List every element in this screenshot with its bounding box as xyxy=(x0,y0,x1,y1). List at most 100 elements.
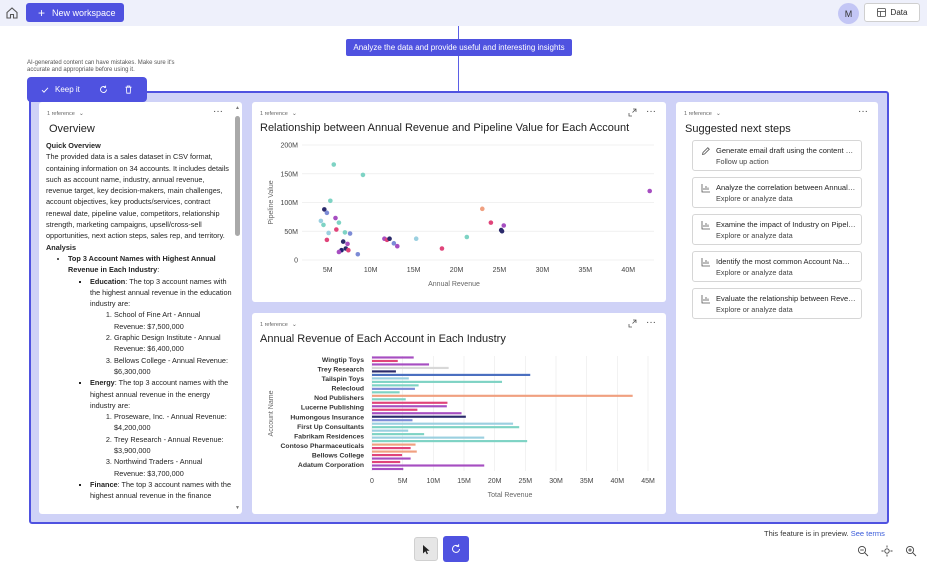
reference-dropdown[interactable]: 1 reference ⌄ xyxy=(684,110,721,118)
revenue-bar[interactable] xyxy=(372,405,447,408)
revenue-bar[interactable] xyxy=(372,450,417,453)
scatter-point[interactable] xyxy=(479,206,485,212)
scatter-point[interactable] xyxy=(340,239,346,244)
suggestion-card[interactable]: Generate email draft using the content a… xyxy=(692,140,862,171)
revenue-bar[interactable] xyxy=(372,398,406,401)
scatter-point[interactable] xyxy=(324,210,330,216)
revenue-bar[interactable] xyxy=(372,415,466,418)
scatter-point[interactable] xyxy=(333,215,338,221)
scatter-point[interactable] xyxy=(331,162,337,167)
scrollbar-thumb[interactable] xyxy=(235,116,240,236)
revenue-bar[interactable] xyxy=(372,391,400,394)
see-terms-link[interactable]: See terms xyxy=(851,529,885,538)
category-label: Nod Publishers xyxy=(314,395,364,402)
overview-scrollbar[interactable]: ▲ ▼ xyxy=(235,106,240,512)
scatter-point[interactable] xyxy=(336,249,342,255)
overview-body: Quick Overview The provided data is a sa… xyxy=(46,140,232,502)
revenue-bar[interactable] xyxy=(372,440,528,443)
scatter-point[interactable] xyxy=(345,241,350,247)
scatter-point[interactable] xyxy=(326,230,331,236)
revenue-bar[interactable] xyxy=(372,412,462,415)
suggestion-card[interactable]: Evaluate the relationship between Revenu… xyxy=(692,288,862,319)
keep-it-label: Keep it xyxy=(55,85,80,94)
scatter-point[interactable] xyxy=(334,227,339,232)
home-icon[interactable] xyxy=(4,5,20,21)
revenue-bar[interactable] xyxy=(372,359,398,363)
revenue-bar[interactable] xyxy=(372,464,485,467)
new-workspace-button[interactable]: + New workspace xyxy=(26,3,124,22)
revenue-bar[interactable] xyxy=(372,433,425,436)
scatter-point[interactable] xyxy=(321,222,326,228)
revenue-bar[interactable] xyxy=(372,394,633,397)
revenue-bar[interactable] xyxy=(372,401,448,404)
category-label: Relecloud xyxy=(332,386,364,393)
revenue-bar[interactable] xyxy=(372,447,411,450)
chart-icon xyxy=(701,184,710,193)
revenue-bar[interactable] xyxy=(372,370,396,373)
keep-it-button[interactable]: Keep it xyxy=(41,85,80,94)
scatter-point[interactable] xyxy=(318,218,324,224)
scatter-point[interactable] xyxy=(336,220,342,225)
scatter-point[interactable] xyxy=(488,220,494,225)
category-label: Tailspin Toys xyxy=(322,376,365,383)
scatter-point[interactable] xyxy=(499,228,505,234)
scatter-point[interactable] xyxy=(439,246,445,251)
revenue-bar[interactable] xyxy=(372,453,403,457)
scatter-point[interactable] xyxy=(464,234,470,240)
scatter-point[interactable] xyxy=(328,198,333,204)
scatter-point[interactable] xyxy=(342,230,348,235)
revenue-bar[interactable] xyxy=(372,373,531,376)
regenerate-icon[interactable] xyxy=(99,85,108,94)
revenue-bar[interactable] xyxy=(372,422,514,425)
list-item: School of Fine Art - Annual Revenue: $7,… xyxy=(114,309,232,332)
avatar[interactable]: M xyxy=(838,3,859,24)
scatter-point[interactable] xyxy=(387,236,392,242)
zoom-in-icon[interactable] xyxy=(905,545,917,557)
reference-dropdown[interactable]: 1 reference ⌄ xyxy=(47,110,84,118)
scatter-point[interactable] xyxy=(394,243,400,249)
scatter-point[interactable] xyxy=(413,236,419,242)
scatter-point[interactable] xyxy=(346,247,351,253)
revenue-bar[interactable] xyxy=(372,426,520,429)
suggestion-card[interactable]: Examine the impact of Industry on Pipeli… xyxy=(692,214,862,245)
scatter-point[interactable] xyxy=(501,223,507,228)
revenue-bar[interactable] xyxy=(372,467,404,471)
revenue-bar[interactable] xyxy=(372,460,401,464)
more-options-icon[interactable]: ··· xyxy=(213,106,223,117)
revenue-bar[interactable] xyxy=(372,356,414,359)
revenue-bar[interactable] xyxy=(372,384,419,387)
delete-icon[interactable] xyxy=(124,85,133,94)
select-tool-button[interactable] xyxy=(414,537,438,561)
scatter-point[interactable] xyxy=(355,251,361,257)
industry-item: Education: The top 3 account names with … xyxy=(90,276,232,378)
list-item: Northwind Traders - Annual Revenue: $3,7… xyxy=(114,456,232,479)
more-options-icon[interactable]: ··· xyxy=(858,106,868,117)
suggestion-card[interactable]: Identify the most common Account Names Ex… xyxy=(692,251,862,282)
revenue-bar[interactable] xyxy=(372,457,411,460)
revenue-bar[interactable] xyxy=(372,380,503,383)
regenerate-button[interactable] xyxy=(443,536,469,562)
fit-to-screen-icon[interactable] xyxy=(881,545,893,557)
zoom-out-icon[interactable] xyxy=(857,545,869,557)
scatter-point[interactable] xyxy=(347,231,353,236)
scatter-point[interactable] xyxy=(647,188,653,194)
reference-label: 1 reference xyxy=(47,110,75,117)
revenue-bar[interactable] xyxy=(372,377,409,380)
revenue-bar[interactable] xyxy=(372,436,485,439)
scatter-point[interactable] xyxy=(360,172,366,178)
scroll-up-icon[interactable]: ▲ xyxy=(235,106,240,111)
revenue-bar[interactable] xyxy=(372,429,409,432)
data-button[interactable]: Data xyxy=(864,3,920,22)
revenue-bar[interactable] xyxy=(372,363,430,366)
scroll-down-icon[interactable]: ▼ xyxy=(235,506,240,511)
x-tick-label: 20M xyxy=(488,478,502,485)
scatter-point[interactable] xyxy=(324,237,330,243)
revenue-bar[interactable] xyxy=(372,408,418,411)
revenue-bar[interactable] xyxy=(372,366,449,370)
x-tick-label: 30M xyxy=(536,267,550,274)
x-tick-label: 25M xyxy=(519,478,533,485)
revenue-bar[interactable] xyxy=(372,443,416,446)
revenue-bar[interactable] xyxy=(372,419,413,422)
suggestion-card[interactable]: Analyze the correlation between Annual R… xyxy=(692,177,862,208)
revenue-bar[interactable] xyxy=(372,387,415,390)
